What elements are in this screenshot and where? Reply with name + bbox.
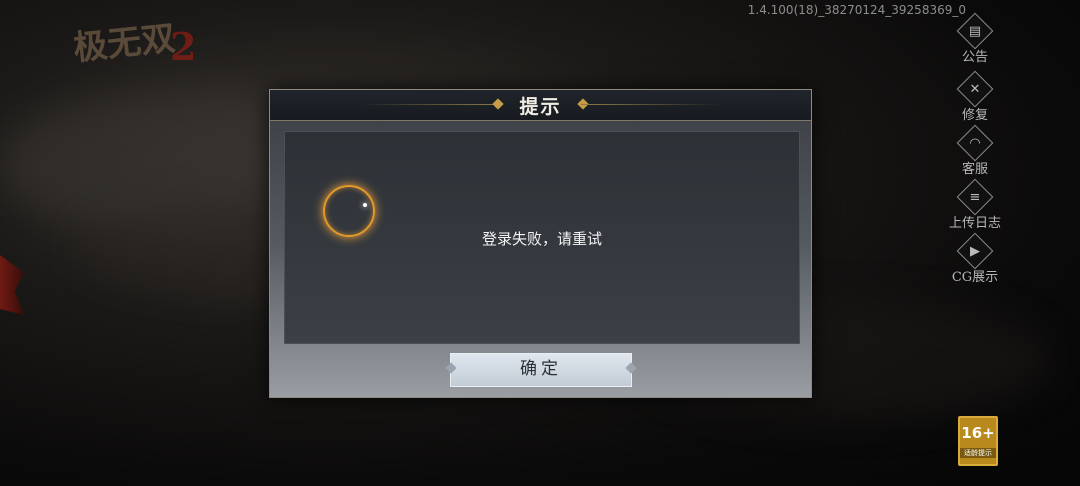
side-item-support[interactable]: ◠ 客服 <box>940 124 1010 177</box>
game-logo: 极无双 2 <box>71 18 196 69</box>
dialog-title: 提示 <box>519 96 562 118</box>
dialog-message: 登录失败，请重试 <box>481 230 602 248</box>
wrench-icon: ✕ <box>956 70 994 108</box>
age-rating-badge[interactable]: 16+ 适龄提示 <box>958 416 998 466</box>
age-rating-number: 16+ <box>961 424 995 442</box>
video-icon: ▶ <box>956 232 994 270</box>
side-item-cg[interactable]: ▶ CG展示 <box>940 232 1010 285</box>
notice-icon: ▤ <box>956 12 994 50</box>
confirm-button[interactable]: 确定 <box>445 353 637 387</box>
version-string: 1.4.100(18)_38270124_39258369_0 <box>747 3 966 17</box>
title-ornament-line <box>581 104 721 105</box>
game-logo-number: 2 <box>170 24 196 69</box>
spark <box>363 203 367 207</box>
button-notch <box>445 362 457 374</box>
dialog-content: 登录失败，请重试 <box>284 131 800 344</box>
dialog-header: 提示 <box>270 90 811 121</box>
alert-dialog: 提示 登录失败，请重试 确定 <box>269 89 812 398</box>
game-logo-text: 极无双 <box>71 18 177 68</box>
headset-icon: ◠ <box>956 124 994 162</box>
side-item-notice[interactable]: ▤ 公告 <box>940 12 1010 65</box>
background-red-emblem <box>0 255 24 315</box>
confirm-button-label: 确定 <box>520 359 562 379</box>
age-rating-text: 适龄提示 <box>960 448 996 458</box>
upload-log-icon: ≡ <box>956 178 994 216</box>
button-notch <box>625 362 637 374</box>
side-item-upload-log[interactable]: ≡ 上传日志 <box>940 178 1010 231</box>
side-item-repair[interactable]: ✕ 修复 <box>940 70 1010 123</box>
